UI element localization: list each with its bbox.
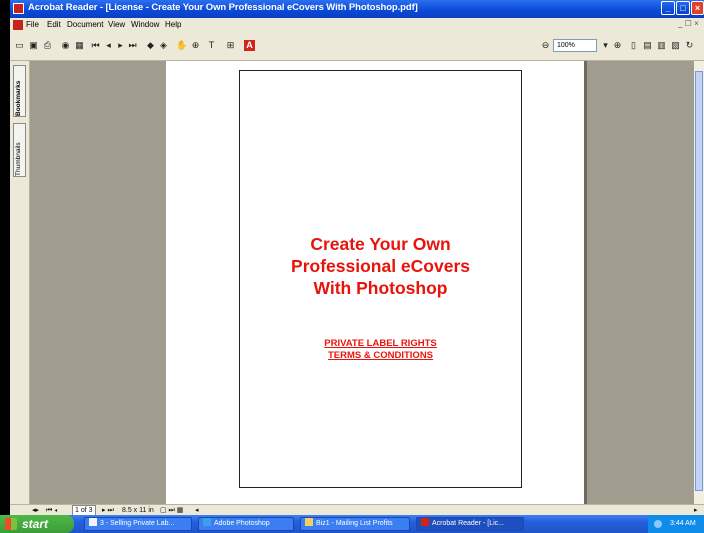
menu-bar: File Edit Document View Window Help _ ☐ … [10, 18, 704, 32]
private-label-rights-link[interactable]: PRIVATE LABEL RIGHTS [240, 338, 521, 349]
taskbar-item[interactable]: Biz1 - Mailing List Profits [300, 517, 410, 531]
bookmarks-tab-label: Bookmarks [15, 80, 22, 116]
folder-icon [305, 518, 313, 526]
last-page-icon[interactable]: ⏭ [127, 40, 138, 51]
hand-tool-icon[interactable]: ✋ [176, 40, 187, 51]
back-icon[interactable]: ◆ [145, 40, 156, 51]
thumbnails-tab-label: Thumbnails [15, 142, 22, 176]
taskbar-item[interactable]: Adobe Photoshop [198, 517, 294, 531]
system-tray: 3:44 AM [648, 515, 704, 533]
zoom-level-field[interactable]: 100% [553, 39, 597, 52]
fit-page-icon[interactable]: ▤ [642, 40, 653, 51]
menu-help[interactable]: Help [165, 20, 181, 29]
document-title-line-2: Professional eCovers [291, 256, 470, 276]
acrobat-app-icon [13, 3, 24, 14]
folder-icon [89, 518, 97, 526]
window-title: Acrobat Reader - [License - Create Your … [28, 2, 418, 13]
save-icon[interactable]: ▣ [28, 40, 39, 51]
bookmarks-tab[interactable]: Bookmarks [13, 65, 26, 117]
taskbar-item-label: Adobe Photoshop [214, 520, 270, 527]
scrollbar-thumb[interactable] [695, 71, 703, 491]
table-icon[interactable]: ▦ [74, 40, 85, 51]
next-page-icon[interactable]: ▸ [115, 40, 126, 51]
zoom-in-icon[interactable]: ⊕ [612, 40, 623, 51]
menu-window[interactable]: Window [131, 20, 159, 29]
clock[interactable]: 3:44 AM [670, 515, 696, 533]
taskbar-item-active[interactable]: Acrobat Reader - [Lic... [416, 517, 524, 531]
menu-edit[interactable]: Edit [47, 20, 61, 29]
menu-view[interactable]: View [108, 20, 125, 29]
windows-logo-icon [5, 518, 17, 530]
prev-page-icon[interactable]: ◂ [103, 40, 114, 51]
vertical-scrollbar[interactable] [694, 61, 704, 504]
taskbar-item-label: Biz1 - Mailing List Profits [316, 520, 393, 527]
column-select-icon[interactable]: ⊞ [225, 40, 236, 51]
acrobat-icon [421, 518, 429, 526]
page-shadow [584, 61, 587, 504]
terms-conditions-link[interactable]: TERMS & CONDITIONS [240, 350, 521, 361]
find-icon[interactable]: ◉ [60, 40, 71, 51]
navigation-pane-tabs: Bookmarks Thumbnails [10, 61, 30, 504]
menu-file[interactable]: File [26, 20, 39, 29]
zoom-tool-icon[interactable]: ⊕ [190, 40, 201, 51]
maximize-button[interactable]: □ [676, 1, 690, 15]
start-button[interactable]: start [0, 515, 74, 533]
windows-taskbar: start 3 - Selling Private Lab... Adobe P… [0, 515, 704, 533]
document-title-line-3: With Photoshop [313, 278, 448, 298]
document-viewport[interactable]: Create Your Own Professional eCovers Wit… [30, 61, 694, 504]
fit-width-icon[interactable]: ▥ [656, 40, 667, 51]
thumbnails-tab[interactable]: Thumbnails [13, 123, 26, 177]
first-page-icon[interactable]: ⏮ [90, 40, 101, 51]
zoom-dropdown-icon[interactable]: ▾ [600, 40, 611, 51]
network-icon[interactable] [654, 520, 662, 528]
rotate-icon[interactable]: ↻ [684, 40, 695, 51]
pdf-page: Create Your Own Professional eCovers Wit… [239, 70, 522, 488]
taskbar-item-label: 3 - Selling Private Lab... [100, 520, 175, 527]
forward-icon[interactable]: ◈ [158, 40, 169, 51]
acrobat-window: Acrobat Reader - [License - Create Your … [10, 0, 704, 533]
fit-visible-icon[interactable]: ▧ [670, 40, 681, 51]
minimize-button[interactable]: _ [661, 1, 675, 15]
toolbar: ▭ ▣ ⎙ ◉ ▦ ⏮ ◂ ▸ ⏭ ◆ ◈ ✋ ⊕ T ⊞ A ⊖ 100% ▾… [10, 32, 704, 61]
actual-size-icon[interactable]: ▯ [628, 40, 639, 51]
zoom-out-icon[interactable]: ⊖ [540, 40, 551, 51]
document-icon[interactable] [13, 20, 23, 30]
close-button[interactable]: × [691, 1, 704, 15]
start-label: start [22, 517, 49, 531]
title-bar[interactable]: Acrobat Reader - [License - Create Your … [10, 0, 704, 18]
photoshop-icon [203, 518, 211, 526]
mdi-controls[interactable]: _ ☐ × [678, 19, 699, 28]
print-icon[interactable]: ⎙ [42, 40, 53, 51]
text-select-icon[interactable]: T [206, 40, 217, 51]
open-icon[interactable]: ▭ [14, 40, 25, 51]
document-title-line-1: Create Your Own [310, 234, 451, 254]
document-title: Create Your Own Professional eCovers Wit… [240, 233, 521, 299]
menu-document[interactable]: Document [67, 20, 103, 29]
taskbar-item-label: Acrobat Reader - [Lic... [432, 520, 504, 527]
taskbar-item[interactable]: 3 - Selling Private Lab... [84, 517, 192, 531]
adobe-logo-icon[interactable]: A [244, 40, 255, 51]
